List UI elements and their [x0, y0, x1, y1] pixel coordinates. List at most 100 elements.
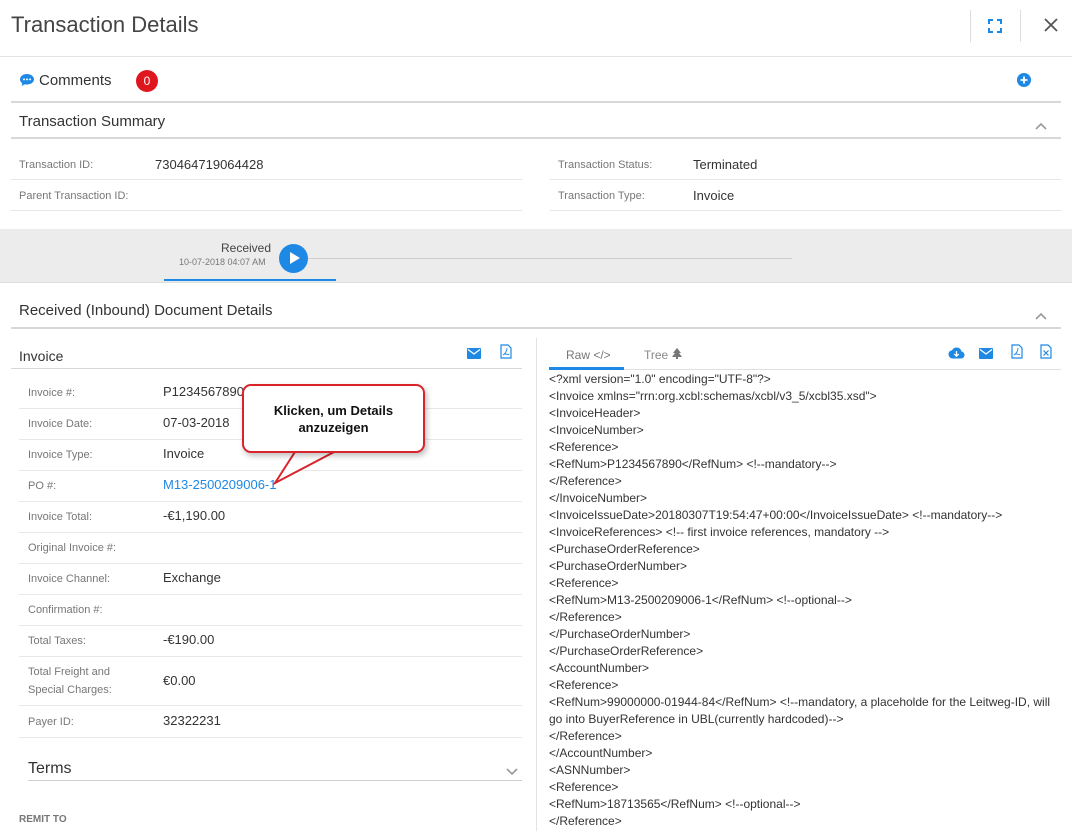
comments-label: Comments	[39, 72, 112, 89]
field-value: Invoice	[163, 446, 205, 461]
field-label: Invoice #:	[28, 387, 76, 399]
section-title: Received (Inbound) Document Details	[19, 302, 273, 319]
timeline-line	[308, 258, 792, 259]
tab-raw[interactable]: Raw </>	[566, 348, 611, 362]
xml-line: <InvoiceIssueDate>20180307T19:54:47+00:0…	[549, 508, 1003, 522]
callout-line: anzuzeigen	[298, 420, 369, 435]
field-label: Special Charges:	[28, 684, 112, 696]
xml-line: <Reference>	[549, 780, 619, 794]
excel-icon[interactable]	[1040, 344, 1052, 364]
play-icon[interactable]	[279, 244, 308, 273]
callout-text: Klicken, um Details anzuzeigen	[244, 402, 423, 436]
summary-row-transaction-id: Transaction ID: 730464719064428	[11, 149, 522, 180]
active-tab-indicator	[549, 367, 624, 370]
field-label: Confirmation #:	[28, 604, 103, 616]
xml-line: <Reference>	[549, 440, 619, 454]
field-label: Total Freight and	[28, 666, 110, 678]
timeline-event-name: Received	[221, 241, 272, 255]
mail-icon[interactable]	[979, 346, 993, 364]
xml-line: <Invoice xmlns="rrn:org.xcbl:schemas/xcb…	[549, 389, 877, 403]
page-title: Transaction Details	[11, 12, 199, 37]
section-title: Transaction Summary	[19, 113, 166, 130]
xml-line: <ASNNumber>	[549, 763, 631, 777]
terms-section-header[interactable]: Terms	[28, 757, 522, 781]
raw-document-panel: Raw </> Tree <?xml version="1.0" encodin…	[549, 338, 1061, 831]
terms-label: Terms	[28, 760, 72, 777]
field-label: Invoice Date:	[28, 418, 93, 430]
transaction-timeline: Received 10-07-2018 04:07 AM	[0, 229, 1072, 283]
field-label: Transaction Status:	[558, 159, 653, 171]
xml-line: </Reference>	[549, 474, 622, 488]
comment-icon	[19, 73, 35, 92]
xml-line: <Reference>	[549, 678, 619, 692]
document-details-header[interactable]: Received (Inbound) Document Details	[11, 292, 1061, 329]
tab-tree-label: Tree	[644, 348, 669, 362]
header-divider	[1020, 10, 1021, 42]
field-label: Original Invoice #:	[28, 542, 117, 554]
callout-tooltip: Klicken, um Details anzuzeigen	[242, 384, 425, 453]
xml-line: </Reference>	[549, 814, 622, 828]
xml-line: </Reference>	[549, 729, 622, 743]
invoice-field-row: Confirmation #:	[19, 595, 522, 626]
mail-icon[interactable]	[467, 346, 481, 364]
xml-line: <RefNum>P1234567890</RefNum> <!--mandato…	[549, 457, 837, 471]
xml-line: <InvoiceReferences> <!-- first invoice r…	[549, 525, 890, 539]
invoice-title: Invoice	[19, 348, 64, 364]
download-cloud-icon[interactable]	[948, 346, 965, 364]
close-icon[interactable]	[1040, 14, 1062, 36]
xml-line: </Reference>	[549, 610, 622, 624]
callout-line: Klicken, um Details	[273, 403, 394, 418]
chevron-down-icon[interactable]	[506, 763, 518, 781]
chevron-up-icon[interactable]	[1035, 117, 1047, 135]
field-value: Invoice	[693, 188, 735, 203]
xml-line: <RefNum>18713565</RefNum> <!--optional--…	[549, 797, 801, 811]
xml-line: </InvoiceNumber>	[549, 491, 648, 505]
tree-icon	[671, 348, 682, 362]
xml-line: <RefNum>M13-2500209006-1</RefNum> <!--op…	[549, 593, 852, 607]
invoice-field-row: Original Invoice #:	[19, 533, 522, 564]
pdf-icon[interactable]	[1011, 344, 1023, 364]
field-label: Invoice Channel:	[28, 573, 110, 585]
xml-line: <PurchaseOrderNumber>	[549, 559, 688, 573]
field-value: -€190.00	[163, 632, 215, 647]
remit-to-label: REMIT TO	[19, 814, 67, 825]
raw-xml-content: <?xml version="1.0" encoding="UTF-8"?> <…	[549, 371, 1054, 830]
header-divider	[970, 10, 971, 42]
field-value: Exchange	[163, 570, 221, 585]
xml-line: </AccountNumber>	[549, 746, 653, 760]
field-value: Terminated	[693, 157, 758, 172]
field-label: Invoice Total:	[28, 511, 93, 523]
xml-line: <PurchaseOrderReference>	[549, 542, 700, 556]
field-value: -€1,190.00	[163, 508, 226, 523]
chevron-up-icon[interactable]	[1035, 307, 1047, 325]
invoice-field-row: Invoice Channel: Exchange	[19, 564, 522, 595]
xml-line: <?xml version="1.0" encoding="UTF-8"?>	[549, 372, 771, 386]
summary-row-parent-id: Parent Transaction ID:	[11, 180, 522, 211]
add-circle-icon[interactable]	[1017, 73, 1031, 92]
invoice-field-row: Total Freight and Special Charges: €0.00	[19, 657, 522, 706]
comments-count-badge: 0	[136, 70, 158, 92]
xml-line: <RefNum>99000000-01944-84</RefNum> <!--m…	[549, 695, 1051, 726]
summary-row-type: Transaction Type: Invoice	[550, 180, 1061, 211]
xml-line: <InvoiceHeader>	[549, 406, 641, 420]
invoice-header: Invoice	[11, 338, 522, 369]
xml-line: </PurchaseOrderReference>	[549, 644, 704, 658]
document-view-tabs: Raw </> Tree	[549, 338, 1061, 370]
invoice-field-row: Invoice Total: -€1,190.00	[19, 502, 522, 533]
field-value: €0.00	[163, 673, 196, 688]
expand-icon[interactable]	[984, 15, 1006, 37]
field-value: 07-03-2018	[163, 415, 230, 430]
dialog-header: Transaction Details	[0, 0, 1072, 57]
xml-line: <AccountNumber>	[549, 661, 650, 675]
pdf-icon[interactable]	[500, 344, 512, 364]
xml-line: </PurchaseOrderNumber>	[549, 627, 691, 641]
transaction-summary-header[interactable]: Transaction Summary	[11, 103, 1061, 139]
field-value: 730464719064428	[155, 157, 264, 172]
field-label: Transaction Type:	[558, 190, 645, 202]
tab-tree[interactable]: Tree	[644, 348, 682, 362]
field-label: Total Taxes:	[28, 635, 86, 647]
timeline-event-date: 10-07-2018 04:07 AM	[179, 257, 266, 267]
field-value: P1234567890	[163, 384, 244, 399]
xml-line: <InvoiceNumber>	[549, 423, 644, 437]
invoice-field-row: Total Taxes: -€190.00	[19, 626, 522, 657]
